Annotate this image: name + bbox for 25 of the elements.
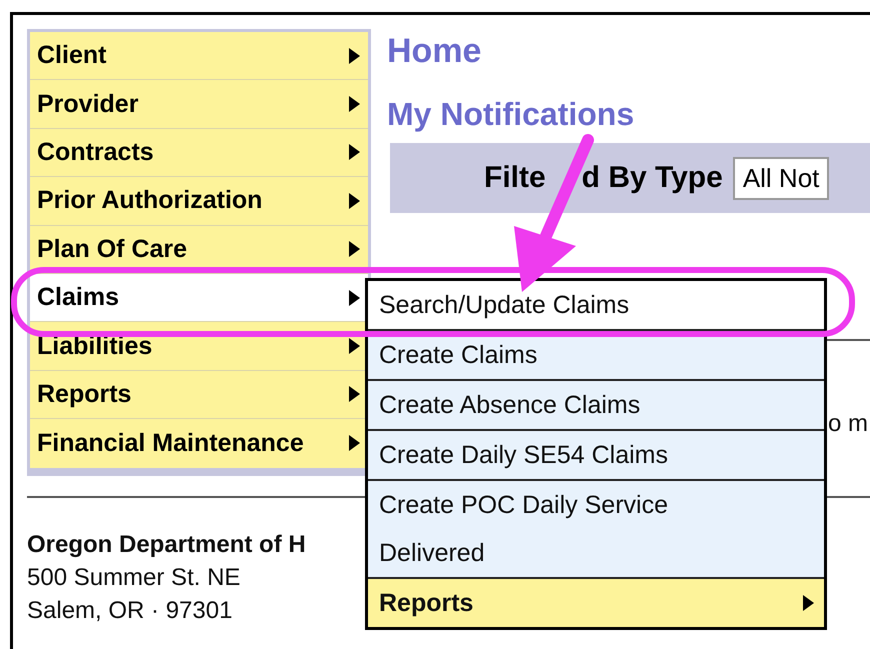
- caret-icon: [803, 595, 814, 611]
- organization-name: Oregon Department of H: [27, 530, 306, 560]
- filter-label: Filte: [484, 161, 546, 195]
- caret-icon: [349, 96, 360, 112]
- menu-item[interactable]: Contracts: [30, 128, 368, 178]
- page-title: Home: [387, 31, 482, 71]
- street-address: 500 Summer St. NE: [27, 562, 240, 593]
- filter-label: d By Type: [582, 161, 723, 195]
- caret-icon: [349, 144, 360, 160]
- submenu-item[interactable]: Create Claims: [368, 331, 824, 381]
- caret-icon: [349, 192, 360, 209]
- partial-text: o m: [828, 410, 868, 438]
- menu-item[interactable]: Provider: [30, 80, 368, 129]
- caret-icon: [349, 241, 360, 258]
- type-dropdown[interactable]: All Not: [732, 156, 830, 200]
- submenu-item[interactable]: Create Absence Claims: [368, 381, 824, 431]
- submenu-item[interactable]: Search/Update Claims: [368, 281, 824, 331]
- submenu-item[interactable]: Reports: [368, 579, 824, 627]
- submenu-item[interactable]: Create Daily SE54 Claims: [368, 431, 824, 481]
- menu-item[interactable]: Prior Authorization: [30, 177, 368, 226]
- city-address: Salem, OR · 97301: [27, 596, 232, 626]
- menu-item[interactable]: Client: [30, 32, 368, 80]
- caret-icon: [349, 48, 360, 64]
- section-title: My Notifications: [387, 95, 636, 133]
- menu-item[interactable]: Claims: [30, 274, 368, 322]
